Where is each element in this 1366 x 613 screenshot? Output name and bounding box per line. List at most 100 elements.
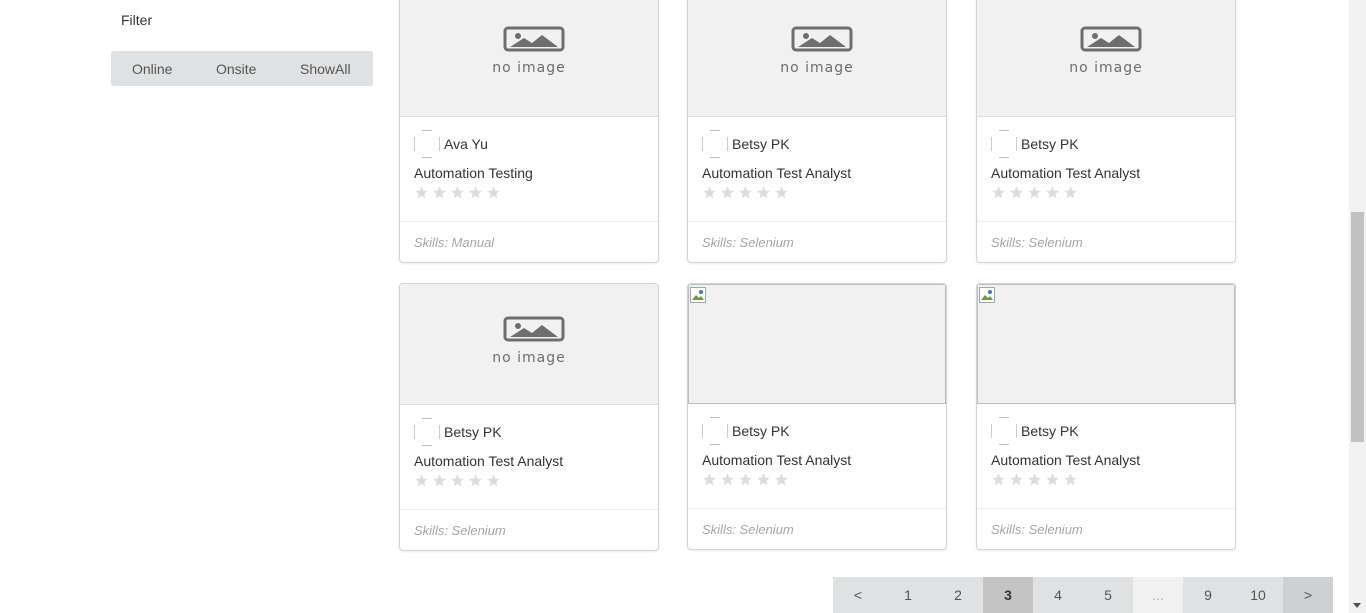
card-title[interactable]: Automation Test Analyst — [702, 452, 932, 468]
card-title[interactable]: Automation Test Analyst — [991, 452, 1221, 468]
card-body: Betsy PK Automation Test Analyst — [977, 117, 1235, 221]
broken-image-icon — [690, 287, 706, 303]
filter-showall-button[interactable]: ShowAll — [300, 61, 351, 77]
star-icon[interactable] — [1027, 185, 1042, 200]
card-body: Betsy PK Automation Test Analyst — [977, 404, 1235, 508]
star-icon[interactable] — [756, 472, 771, 487]
star-icon[interactable] — [720, 185, 735, 200]
star-icon[interactable] — [738, 185, 753, 200]
star-icon[interactable] — [720, 472, 735, 487]
no-image-placeholder-icon: no image — [474, 24, 584, 84]
vertical-scrollbar[interactable] — [1349, 0, 1366, 613]
no-image-placeholder-icon: no image — [474, 314, 584, 374]
scroll-down-arrow-icon[interactable] — [1353, 603, 1361, 608]
pagination-page-2[interactable]: 2 — [933, 577, 983, 613]
star-icon[interactable] — [991, 185, 1006, 200]
star-icon[interactable] — [1045, 472, 1060, 487]
avatar — [991, 417, 1017, 445]
pagination-page-1[interactable]: 1 — [883, 577, 933, 613]
pagination-page-3[interactable]: 3 — [983, 577, 1033, 613]
pagination-next-button[interactable]: > — [1283, 577, 1333, 613]
card-body: Betsy PK Automation Test Analyst — [400, 405, 658, 509]
author-row: Betsy PK — [991, 416, 1221, 446]
star-icon[interactable] — [1009, 185, 1024, 200]
card-image[interactable]: no image — [977, 0, 1235, 117]
star-icon[interactable] — [486, 473, 501, 488]
card-title[interactable]: Automation Testing — [414, 165, 644, 181]
pagination: <1 2 3 4 5... 9 10 > — [833, 577, 1333, 613]
rating-stars[interactable] — [991, 472, 1221, 487]
pagination-page-10[interactable]: 10 — [1233, 577, 1283, 613]
star-icon[interactable] — [991, 472, 1006, 487]
card-skills: Skills: Selenium — [977, 508, 1235, 549]
author-name[interactable]: Betsy PK — [1021, 136, 1079, 152]
rating-stars[interactable] — [991, 185, 1221, 200]
star-icon[interactable] — [1009, 472, 1024, 487]
course-card[interactable]: Betsy PK Automation Test Analyst Skills: S… — [976, 283, 1236, 550]
card-title[interactable]: Automation Test Analyst — [991, 165, 1221, 181]
course-card[interactable]: no image Betsy PK Automation Test Analyst S… — [399, 283, 659, 551]
card-skills: Skills: Selenium — [400, 509, 658, 550]
avatar — [414, 418, 440, 446]
rating-stars[interactable] — [702, 472, 932, 487]
avatar — [702, 417, 728, 445]
star-icon[interactable] — [414, 185, 429, 200]
author-name[interactable]: Ava Yu — [444, 136, 488, 152]
card-image[interactable]: no image — [400, 284, 658, 405]
star-icon[interactable] — [738, 472, 753, 487]
course-card[interactable]: no image Betsy PK Automation Test Analyst S… — [687, 0, 947, 263]
star-icon[interactable] — [774, 185, 789, 200]
course-card[interactable]: no image Ava Yu Automation Testing Skills: … — [399, 0, 659, 263]
star-icon[interactable] — [432, 473, 447, 488]
no-image-placeholder-icon: no image — [762, 24, 872, 84]
star-icon[interactable] — [1063, 185, 1078, 200]
star-icon[interactable] — [432, 185, 447, 200]
card-image[interactable] — [688, 284, 946, 404]
card-body: Betsy PK Automation Test Analyst — [688, 117, 946, 221]
card-skills: Skills: Selenium — [688, 508, 946, 549]
course-card[interactable]: Betsy PK Automation Test Analyst Skills: S… — [687, 283, 947, 550]
broken-image-icon — [979, 287, 995, 303]
author-row: Betsy PK — [702, 416, 932, 446]
card-body: Ava Yu Automation Testing — [400, 117, 658, 221]
rating-stars[interactable] — [702, 185, 932, 200]
pagination-page-9[interactable]: 9 — [1183, 577, 1233, 613]
card-body: Betsy PK Automation Test Analyst — [688, 404, 946, 508]
author-name[interactable]: Betsy PK — [444, 424, 502, 440]
card-title[interactable]: Automation Test Analyst — [702, 165, 932, 181]
star-icon[interactable] — [468, 473, 483, 488]
star-icon[interactable] — [1027, 472, 1042, 487]
card-skills: Skills: Manual — [400, 221, 658, 262]
pagination-page-4[interactable]: 4 — [1033, 577, 1083, 613]
svg-text:no image: no image — [1069, 60, 1143, 76]
filter-online-button[interactable]: Online — [132, 61, 172, 77]
pagination-prev-button[interactable]: < — [833, 577, 883, 613]
card-image[interactable] — [977, 284, 1235, 404]
card-title[interactable]: Automation Test Analyst — [414, 453, 644, 469]
filter-onsite-button[interactable]: Onsite — [216, 61, 256, 77]
star-icon[interactable] — [414, 473, 429, 488]
star-icon[interactable] — [450, 185, 465, 200]
scrollbar-thumb[interactable] — [1351, 212, 1364, 442]
filter-title: Filter — [121, 12, 153, 28]
star-icon[interactable] — [486, 185, 501, 200]
star-icon[interactable] — [1045, 185, 1060, 200]
star-icon[interactable] — [450, 473, 465, 488]
pagination-page-5[interactable]: 5 — [1083, 577, 1133, 613]
star-icon[interactable] — [468, 185, 483, 200]
author-name[interactable]: Betsy PK — [1021, 423, 1079, 439]
star-icon[interactable] — [756, 185, 771, 200]
star-icon[interactable] — [774, 472, 789, 487]
card-image[interactable]: no image — [688, 0, 946, 117]
rating-stars[interactable] — [414, 473, 644, 488]
star-icon[interactable] — [702, 472, 717, 487]
author-name[interactable]: Betsy PK — [732, 423, 790, 439]
no-image-placeholder-icon: no image — [1051, 24, 1161, 84]
avatar — [702, 130, 728, 158]
rating-stars[interactable] — [414, 185, 644, 200]
author-name[interactable]: Betsy PK — [732, 136, 790, 152]
card-image[interactable]: no image — [400, 0, 658, 117]
star-icon[interactable] — [1063, 472, 1078, 487]
star-icon[interactable] — [702, 185, 717, 200]
course-card[interactable]: no image Betsy PK Automation Test Analyst S… — [976, 0, 1236, 263]
